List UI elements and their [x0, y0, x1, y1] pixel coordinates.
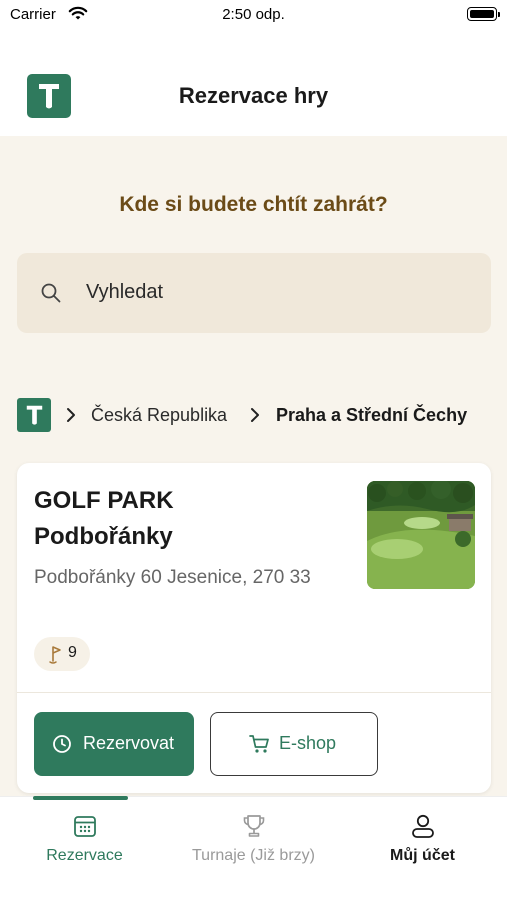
trophy-icon	[169, 813, 338, 839]
tab-tournaments-label: Turnaje (Již brzy)	[192, 847, 315, 864]
tab-reservations[interactable]: Rezervace	[0, 797, 169, 900]
tab-bar: Rezervace Turnaje (Již brzy) Můj účet	[0, 796, 507, 900]
tab-account-label: Můj účet	[390, 847, 455, 864]
search-field[interactable]: Vyhledat	[17, 253, 491, 333]
golf-flag-icon	[49, 645, 63, 670]
course-name: GOLF PARK Podbořánky	[34, 483, 354, 555]
tab-tournaments[interactable]: Turnaje (Již brzy)	[169, 797, 338, 900]
holes-count: 9	[68, 644, 77, 661]
search-input[interactable]: Vyhledat	[86, 281, 163, 304]
search-icon	[40, 282, 62, 309]
tab-account[interactable]: Můj účet	[338, 797, 507, 900]
card-divider	[17, 692, 491, 693]
course-name-line2: Podbořánky	[34, 523, 173, 550]
reserve-button[interactable]: Rezervovat	[34, 712, 194, 776]
course-card[interactable]: GOLF PARK Podbořánky Podbořánky 60 Jesen…	[17, 463, 491, 793]
reserve-button-label: Rezervovat	[83, 733, 175, 753]
calendar-icon	[0, 813, 169, 839]
course-name-line1: GOLF PARK	[34, 487, 174, 514]
clock-icon	[52, 734, 72, 759]
cart-icon	[249, 734, 271, 759]
location-question: Kde si budete chtít zahrát?	[119, 193, 388, 216]
breadcrumb-item-region: Praha a Střední Čechy	[276, 405, 468, 425]
page-title: Rezervace hry	[178, 83, 329, 108]
status-bar: Carrier 2:50 odp.	[0, 0, 507, 32]
holes-badge: 9	[34, 637, 90, 671]
breadcrumb: Česká Republika Praha a Střední Čechy	[17, 398, 497, 432]
course-photo	[367, 481, 475, 589]
app-header: Rezervace hry	[0, 32, 507, 136]
chevron-right-icon	[249, 407, 261, 428]
battery-icon	[467, 7, 500, 21]
chevron-right-icon	[65, 407, 77, 428]
course-address: Podbořánky 60 Jesenice, 270 33	[34, 567, 311, 588]
eshop-button-label: E-shop	[279, 733, 337, 753]
user-icon	[338, 813, 507, 839]
breadcrumb-home-icon[interactable]	[17, 398, 51, 432]
eshop-button[interactable]: E-shop	[210, 712, 378, 776]
status-time: 2:50 odp.	[222, 6, 285, 23]
breadcrumb-item-country[interactable]: Česká Republika	[91, 405, 227, 426]
tab-reservations-label: Rezervace	[46, 847, 123, 864]
